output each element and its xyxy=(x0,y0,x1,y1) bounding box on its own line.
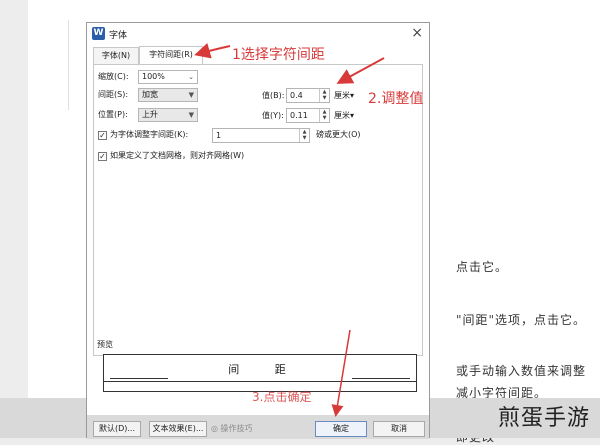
preview-box: 间 距 xyxy=(103,354,417,392)
kerning-suffix: 磅或更大(O) xyxy=(316,130,361,139)
position-amount-input[interactable]: 0.11 ▲ ▼ xyxy=(286,108,330,123)
spacing-dropdown[interactable]: 加宽 ▼ xyxy=(138,88,198,102)
ok-button[interactable]: 确定 xyxy=(315,421,367,437)
spacing-amount-label: 值(B): xyxy=(262,91,285,100)
snap-grid-checkbox[interactable]: ✓ xyxy=(98,152,107,161)
tab-character-spacing[interactable]: 字符间距(R) xyxy=(139,46,203,65)
scale-dropdown[interactable]: 100% ⌄ xyxy=(138,70,198,84)
scale-label: 缩放(C): xyxy=(98,72,129,81)
preview-char: 距 xyxy=(274,363,292,376)
spacing-label: 间距(S): xyxy=(98,90,129,99)
position-label: 位置(P): xyxy=(98,110,128,119)
preview-rule xyxy=(110,378,168,379)
doc-text-line: 点击它。 xyxy=(456,260,509,274)
kerning-label: 为字体调整字间距(K): xyxy=(110,130,189,139)
kerning-input[interactable]: 1 ▲ ▼ xyxy=(212,128,310,143)
position-amount-value: 0.11 xyxy=(290,111,308,120)
spin-arrows-icon[interactable]: ▲ ▼ xyxy=(319,109,329,122)
dialog-title: 字体 xyxy=(109,31,128,41)
position-amount-label: 值(Y): xyxy=(262,111,284,120)
tab-font[interactable]: 字体(N) xyxy=(93,47,139,64)
wps-writer-icon: W xyxy=(92,27,105,40)
spin-arrows-icon[interactable]: ▲ ▼ xyxy=(319,89,329,102)
default-button[interactable]: 默认(D)... xyxy=(93,421,141,437)
doc-text-line: 或手动输入数值来调整 xyxy=(456,364,587,378)
dialog-titlebar[interactable]: W 字体 × xyxy=(87,23,429,45)
annotation-step3: 3.点击确定 xyxy=(252,390,312,404)
kerning-checkbox[interactable]: ✓ xyxy=(98,131,107,140)
dialog-button-bar: 默认(D)... 文本效果(E)... ◎ 操作技巧 确定 取消 xyxy=(87,415,429,439)
spacing-amount-input[interactable]: 0.4 ▲ ▼ xyxy=(286,88,330,103)
tips-label: 操作技巧 xyxy=(220,424,253,433)
position-dropdown[interactable]: 上升 ▼ xyxy=(138,108,198,122)
annotation-step1: 1选择字符间距 xyxy=(232,47,325,63)
chevron-down-icon: ⌄ xyxy=(188,73,194,81)
spacing-amount-value: 0.4 xyxy=(290,91,303,100)
preview-baseline xyxy=(104,381,416,382)
annotation-step2: 2.调整值 xyxy=(368,91,424,107)
page-corner-mark xyxy=(68,20,69,110)
tips-link[interactable]: ◎ 操作技巧 xyxy=(211,423,253,434)
preview-char: 间 xyxy=(228,363,246,376)
scale-value: 100% xyxy=(142,72,165,81)
lightbulb-icon: ◎ xyxy=(211,424,221,433)
spin-arrows-icon[interactable]: ▲ ▼ xyxy=(299,129,309,142)
preview-label: 预览 xyxy=(97,340,113,349)
kerning-value: 1 xyxy=(216,131,222,140)
position-value: 上升 xyxy=(142,110,158,119)
position-unit-dropdown[interactable]: 厘米▾ xyxy=(334,109,354,122)
preview-rule xyxy=(352,378,410,379)
close-icon[interactable]: × xyxy=(411,25,423,41)
doc-text-line: "间距"选项，点击它。 xyxy=(456,313,587,327)
font-dialog: W 字体 × 字体(N) 字符间距(R) 缩放(C): 100% ⌄ 间距(S)… xyxy=(86,22,430,439)
triangle-down-icon: ▼ xyxy=(188,111,194,119)
text-effects-button[interactable]: 文本效果(E)... xyxy=(149,421,207,437)
triangle-down-icon: ▼ xyxy=(188,91,194,99)
cancel-button[interactable]: 取消 xyxy=(373,421,425,437)
spacing-value: 加宽 xyxy=(142,90,158,99)
snap-grid-label: 如果定义了文档网格，则对齐网格(W) xyxy=(110,151,245,160)
preview-sample-text: 间 距 xyxy=(104,361,416,377)
watermark-text: 煎蛋手游 xyxy=(497,406,590,431)
spacing-unit-dropdown[interactable]: 厘米▾ xyxy=(334,89,354,102)
